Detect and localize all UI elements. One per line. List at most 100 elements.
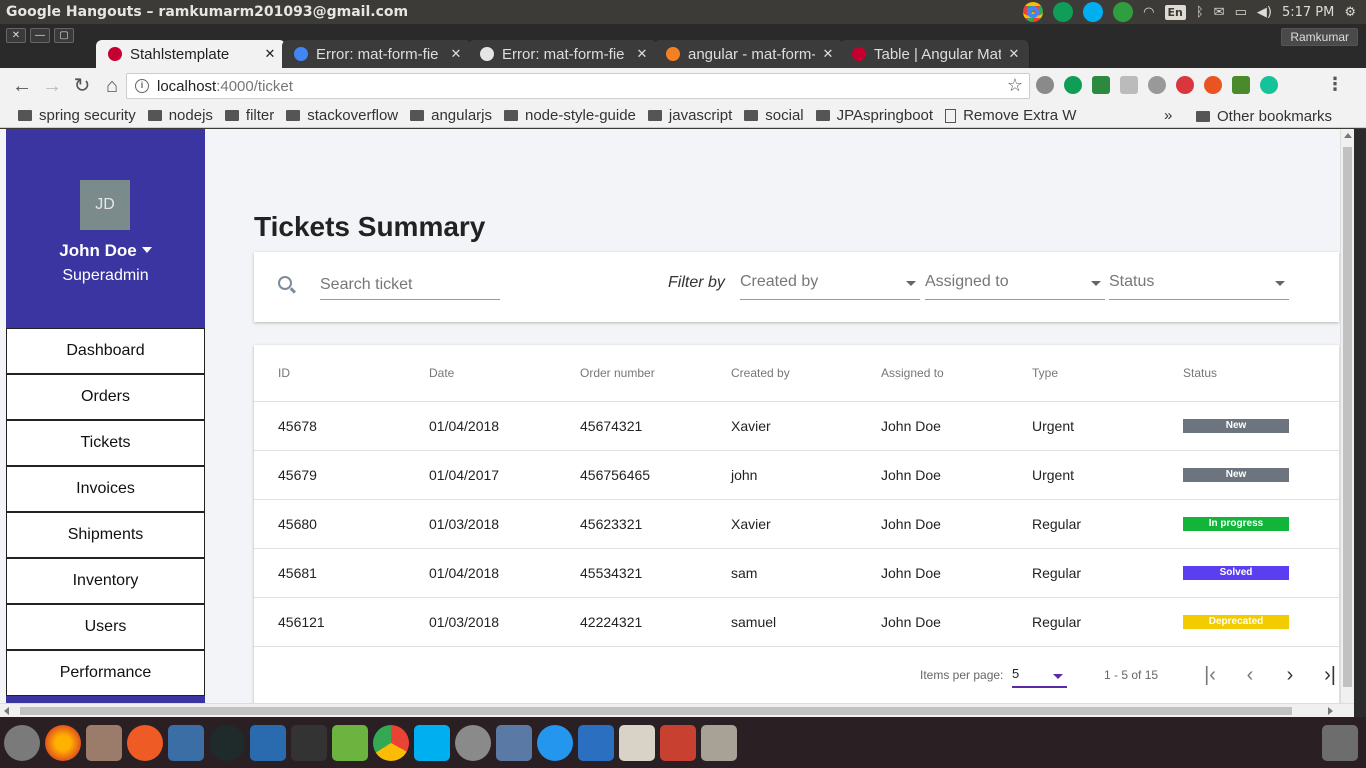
user-menu-toggle[interactable]: John Doe xyxy=(6,241,205,261)
power-gear-icon[interactable]: ⚙ xyxy=(1344,5,1356,20)
keyboard-layout-indicator[interactable]: En xyxy=(1164,4,1186,20)
skype-app-icon[interactable] xyxy=(414,725,450,761)
settings-gear-app-icon[interactable] xyxy=(455,725,491,761)
search-input[interactable] xyxy=(320,270,500,300)
sidebar-item-dashboard[interactable]: Dashboard xyxy=(6,328,205,374)
next-page-button[interactable]: › xyxy=(1278,664,1302,688)
table-row[interactable]: 45678 01/04/2018 45674321 Xavier John Doe Urg… xyxy=(254,402,1339,451)
office-app-icon[interactable] xyxy=(660,725,696,761)
extension-ex-icon[interactable] xyxy=(1120,76,1138,94)
mail-icon[interactable]: ✉ xyxy=(1214,5,1225,20)
chrome-tray-icon[interactable] xyxy=(1023,2,1044,22)
bookmark-item[interactable]: node-style-guide xyxy=(504,107,636,124)
table-row[interactable]: 45680 01/03/2018 45623321 Xavier John Doe Reg… xyxy=(254,500,1339,549)
hangouts-tray-icon[interactable] xyxy=(1053,2,1074,22)
scroll-left-arrow-icon[interactable] xyxy=(4,707,9,715)
table-row[interactable]: 45681 01/04/2018 45534321 sam John Doe Regula… xyxy=(254,549,1339,598)
gitkraken-app-icon[interactable] xyxy=(209,725,245,761)
extension-hangouts-icon[interactable] xyxy=(1064,76,1082,94)
extension-recycle-icon[interactable] xyxy=(1036,76,1054,94)
browser-tab[interactable]: angular - mat-form- ✕ xyxy=(654,40,844,68)
forward-button[interactable]: → xyxy=(38,72,66,100)
sidebar-item-tickets[interactable]: Tickets xyxy=(6,420,205,466)
reload-button[interactable]: ↻ xyxy=(68,72,96,100)
files-app-icon[interactable] xyxy=(86,725,122,761)
image-viewer-app-icon[interactable] xyxy=(701,725,737,761)
extension-cors-icon[interactable] xyxy=(1092,76,1110,94)
items-per-page-select[interactable]: 5 xyxy=(1012,666,1067,688)
scroll-right-arrow-icon[interactable] xyxy=(1328,707,1333,715)
close-tab-icon[interactable]: ✕ xyxy=(1007,46,1021,62)
postman-app-icon[interactable] xyxy=(127,725,163,761)
extension-grammarly-icon[interactable] xyxy=(1260,76,1278,94)
bookmark-item[interactable]: stackoverflow xyxy=(286,107,398,124)
minimize-window-button[interactable]: — xyxy=(30,28,50,43)
skype-tray-icon[interactable] xyxy=(1083,2,1104,22)
bookmark-item[interactable]: angularjs xyxy=(410,107,492,124)
firefox-app-icon[interactable] xyxy=(45,725,81,761)
bookmark-item[interactable]: JPAspringboot xyxy=(815,107,933,124)
bookmark-item[interactable]: filter xyxy=(224,107,274,124)
sidebar-item-performance[interactable]: Performance xyxy=(6,650,205,696)
spring-tool-suite-app-icon[interactable] xyxy=(332,725,368,761)
close-tab-icon[interactable]: ✕ xyxy=(821,46,835,62)
bookmark-item[interactable]: nodejs xyxy=(147,107,213,124)
bookmark-item[interactable]: Remove Extra W xyxy=(945,107,1076,124)
maximize-window-button[interactable]: ▢ xyxy=(54,28,74,43)
first-page-button[interactable]: |‹ xyxy=(1198,664,1222,688)
vscode-app-icon[interactable] xyxy=(250,725,286,761)
last-page-button[interactable]: ›| xyxy=(1318,664,1342,688)
wifi-icon[interactable]: ◠ xyxy=(1143,5,1154,20)
sidebar-item-inventory[interactable]: Inventory xyxy=(6,558,205,604)
close-tab-icon[interactable]: ✕ xyxy=(263,46,277,62)
vertical-scrollbar[interactable] xyxy=(1340,129,1354,703)
sidebar-item-shipments[interactable]: Shipments xyxy=(6,512,205,558)
battery-icon[interactable]: ▭ xyxy=(1235,5,1247,20)
bluetooth-icon[interactable]: ᛒ xyxy=(1196,5,1204,20)
close-tab-icon[interactable]: ✕ xyxy=(635,46,649,62)
table-row[interactable]: 456121 01/03/2018 42224321 samuel John Doe Re… xyxy=(254,598,1339,647)
back-button[interactable]: ← xyxy=(8,72,36,100)
other-bookmarks-folder[interactable]: Other bookmarks xyxy=(1196,104,1332,128)
clock[interactable]: 5:17 PM xyxy=(1282,5,1334,20)
terminal-app-icon[interactable] xyxy=(291,725,327,761)
trash-icon[interactable] xyxy=(1322,725,1358,761)
close-window-button[interactable]: ✕ xyxy=(6,28,26,43)
address-bar[interactable]: i localhost:4000/ticket ☆ xyxy=(126,73,1030,99)
docker-app-icon[interactable] xyxy=(537,725,573,761)
volume-icon[interactable]: ◀) xyxy=(1257,5,1272,20)
system-settings-app-icon[interactable] xyxy=(4,725,40,761)
remote-app-icon[interactable] xyxy=(578,725,614,761)
bookmark-star-icon[interactable]: ☆ xyxy=(1007,75,1023,96)
horizontal-scrollbar-thumb[interactable] xyxy=(20,707,1292,715)
profile-button[interactable]: Ramkumar xyxy=(1281,28,1358,46)
close-tab-icon[interactable]: ✕ xyxy=(449,46,463,62)
horizontal-scrollbar[interactable] xyxy=(0,703,1354,717)
extension-target-icon[interactable] xyxy=(1148,76,1166,94)
extension-screen-icon[interactable] xyxy=(1232,76,1250,94)
extension-ubuntu-icon[interactable] xyxy=(1204,76,1222,94)
pgadmin-app-icon[interactable] xyxy=(496,725,532,761)
avatar[interactable]: JD xyxy=(80,180,130,230)
extension-redux-icon[interactable] xyxy=(1176,76,1194,94)
sidebar-item-invoices[interactable]: Invoices xyxy=(6,466,205,512)
bookmark-item[interactable]: spring security xyxy=(18,107,136,124)
recycle-tray-icon[interactable] xyxy=(1113,2,1134,22)
mysql-workbench-app-icon[interactable] xyxy=(168,725,204,761)
bookmarks-overflow-button[interactable]: » xyxy=(1164,104,1172,128)
assigned-to-select[interactable]: Assigned to xyxy=(925,268,1105,300)
browser-tab[interactable]: Error: mat-form-fie ✕ xyxy=(468,40,658,68)
site-info-icon[interactable]: i xyxy=(135,79,149,93)
browser-menu-icon[interactable]: ⋮ xyxy=(1326,74,1344,95)
status-select[interactable]: Status xyxy=(1109,268,1289,300)
text-editor-app-icon[interactable] xyxy=(619,725,655,761)
browser-tab[interactable]: Error: mat-form-fie ✕ xyxy=(282,40,472,68)
browser-tab[interactable]: Table | Angular Mat ✕ xyxy=(840,40,1030,68)
created-by-select[interactable]: Created by xyxy=(740,268,920,300)
table-row[interactable]: 45679 01/04/2017 456756465 john John Doe Urge… xyxy=(254,451,1339,500)
bookmark-item[interactable]: social xyxy=(744,107,804,124)
vertical-scrollbar-thumb[interactable] xyxy=(1343,147,1352,687)
home-button[interactable]: ⌂ xyxy=(98,72,126,100)
bookmark-item[interactable]: javascript xyxy=(647,107,732,124)
sidebar-item-users[interactable]: Users xyxy=(6,604,205,650)
